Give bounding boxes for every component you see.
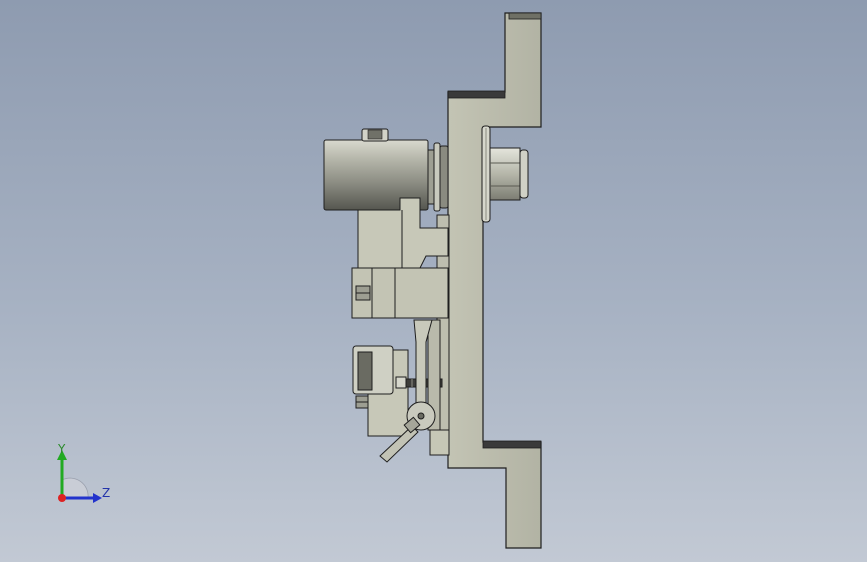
mounting-bracket[interactable] [447,12,542,549]
axis-label-z: Z [102,486,111,500]
bolt-assembly[interactable] [481,125,529,223]
support-block[interactable] [351,197,449,319]
axis-triad: Y Z [48,440,128,512]
cad-model[interactable] [0,0,867,562]
origin-dot-icon [58,494,66,502]
axis-label-y: Y [58,442,66,456]
pneumatic-cylinder[interactable] [323,128,449,212]
graphics-viewport[interactable]: Y Z [0,0,867,562]
